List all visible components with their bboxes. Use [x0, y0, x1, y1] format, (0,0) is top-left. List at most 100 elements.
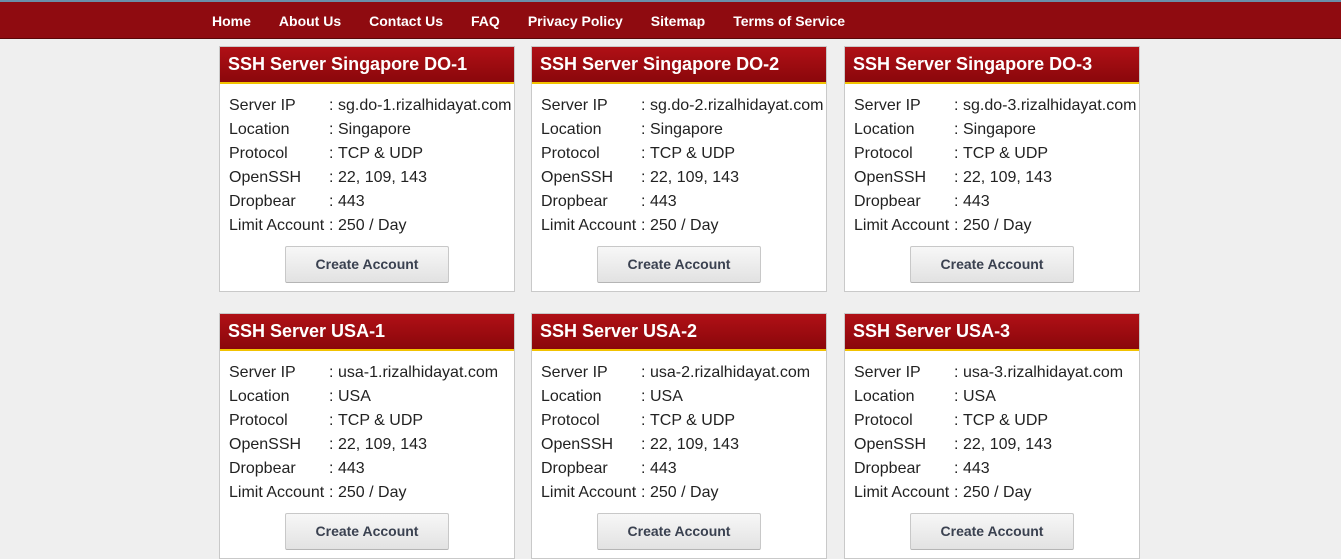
info-row-limit-account: Limit Account:250 / Day [541, 481, 826, 505]
info-separator: : [954, 412, 959, 429]
server-card-body: Server IP: usa-2.rizalhidayat.com Locatio… [532, 351, 826, 558]
info-value: 250 / Day [650, 484, 719, 501]
info-value: 443 [338, 193, 365, 210]
top-navbar: Home About Us Contact Us FAQ Privacy Pol… [0, 2, 1341, 39]
info-value: USA [338, 388, 371, 405]
info-label: Dropbear [541, 460, 608, 477]
info-separator: : [329, 217, 334, 234]
info-separator: : [641, 97, 646, 114]
info-label: Location [541, 121, 602, 138]
info-label: Protocol [229, 145, 288, 162]
info-row-dropbear: Dropbear:443 [541, 190, 826, 214]
info-value: 250 / Day [650, 217, 719, 234]
nav-terms-of-service[interactable]: Terms of Service [719, 2, 859, 38]
info-separator: : [954, 169, 959, 186]
info-label: Limit Account [854, 484, 950, 501]
create-account-button[interactable]: Create Account [597, 513, 761, 550]
info-row-openssh: OpenSSH:22, 109, 143 [229, 166, 514, 190]
info-label: Server IP [229, 364, 296, 381]
server-card-title: SSH Server USA-1 [220, 314, 514, 351]
nav-home[interactable]: Home [198, 2, 265, 38]
info-row-openssh: OpenSSH:22, 109, 143 [854, 433, 1139, 457]
server-card: SSH Server Singapore DO-1 Server IP: sg.d… [219, 46, 515, 292]
info-label: Location [854, 388, 915, 405]
info-separator: : [329, 364, 334, 381]
button-wrap: Create Account [532, 505, 826, 558]
info-row-limit-account: Limit Account:250 / Day [229, 214, 514, 238]
info-value: 250 / Day [338, 217, 407, 234]
info-value: TCP & UDP [650, 412, 736, 429]
create-account-button[interactable]: Create Account [910, 513, 1074, 550]
nav-menu: Home About Us Contact Us FAQ Privacy Pol… [198, 2, 859, 38]
server-card: SSH Server USA-3 Server IP: usa-3.rizalhi… [844, 313, 1140, 559]
info-label: OpenSSH [229, 169, 302, 186]
info-value: 443 [650, 193, 677, 210]
info-value: 22, 109, 143 [963, 169, 1052, 186]
info-separator: : [641, 412, 646, 429]
info-label: Server IP [229, 97, 296, 114]
create-account-button[interactable]: Create Account [597, 246, 761, 283]
info-label: OpenSSH [541, 436, 614, 453]
button-wrap: Create Account [220, 238, 514, 291]
info-value: TCP & UDP [338, 145, 424, 162]
create-account-button[interactable]: Create Account [285, 513, 449, 550]
info-row-protocol: Protocol: TCP & UDP [229, 142, 514, 166]
info-separator: : [329, 169, 334, 186]
server-card-body: Server IP: usa-3.rizalhidayat.com Locatio… [845, 351, 1139, 558]
nav-about-us[interactable]: About Us [265, 2, 355, 38]
info-value: usa-3.rizalhidayat.com [963, 364, 1124, 381]
info-label: Location [229, 121, 290, 138]
info-row-location: Location: Singapore [854, 118, 1139, 142]
info-separator: : [954, 97, 959, 114]
info-value: 22, 109, 143 [338, 436, 427, 453]
info-label: OpenSSH [541, 169, 614, 186]
info-row-limit-account: Limit Account:250 / Day [229, 481, 514, 505]
server-card: SSH Server USA-1 Server IP: usa-1.rizalhi… [219, 313, 515, 559]
nav-sitemap[interactable]: Sitemap [637, 2, 719, 38]
info-value: TCP & UDP [963, 412, 1049, 429]
nav-faq[interactable]: FAQ [457, 2, 514, 38]
info-label: Dropbear [541, 193, 608, 210]
info-label: Server IP [541, 97, 608, 114]
info-row-protocol: Protocol: TCP & UDP [229, 409, 514, 433]
server-card-title: SSH Server Singapore DO-2 [532, 47, 826, 84]
info-separator: : [641, 145, 646, 162]
info-value: usa-1.rizalhidayat.com [338, 364, 499, 381]
info-row-openssh: OpenSSH:22, 109, 143 [854, 166, 1139, 190]
create-account-button[interactable]: Create Account [285, 246, 449, 283]
info-value: 250 / Day [963, 217, 1032, 234]
info-separator: : [329, 436, 334, 453]
info-separator: : [329, 460, 334, 477]
info-value: 22, 109, 143 [650, 436, 739, 453]
server-card-body: Server IP: sg.do-2.rizalhidayat.com Locat… [532, 84, 826, 291]
info-row-server-ip: Server IP: usa-1.rizalhidayat.com [229, 361, 514, 385]
button-wrap: Create Account [220, 505, 514, 558]
nav-contact-us[interactable]: Contact Us [355, 2, 457, 38]
info-row-dropbear: Dropbear:443 [854, 457, 1139, 481]
info-row-openssh: OpenSSH:22, 109, 143 [541, 166, 826, 190]
info-separator: : [954, 484, 959, 501]
info-value: 443 [338, 460, 365, 477]
info-separator: : [954, 388, 959, 405]
info-label: Server IP [854, 364, 921, 381]
button-wrap: Create Account [532, 238, 826, 291]
info-separator: : [954, 217, 959, 234]
info-separator: : [954, 460, 959, 477]
info-separator: : [641, 169, 646, 186]
info-row-limit-account: Limit Account:250 / Day [854, 481, 1139, 505]
info-value: USA [963, 388, 996, 405]
server-card: SSH Server USA-2 Server IP: usa-2.rizalhi… [531, 313, 827, 559]
info-label: Limit Account [854, 217, 950, 234]
create-account-button[interactable]: Create Account [910, 246, 1074, 283]
info-row-location: Location: Singapore [541, 118, 826, 142]
info-separator: : [329, 388, 334, 405]
info-separator: : [641, 121, 646, 138]
info-row-openssh: OpenSSH:22, 109, 143 [541, 433, 826, 457]
info-label: Dropbear [229, 460, 296, 477]
server-card-body: Server IP: sg.do-1.rizalhidayat.com Locat… [220, 84, 514, 291]
info-value: 443 [963, 193, 990, 210]
nav-privacy-policy[interactable]: Privacy Policy [514, 2, 637, 38]
info-value: TCP & UDP [338, 412, 424, 429]
info-row-limit-account: Limit Account:250 / Day [541, 214, 826, 238]
info-row-server-ip: Server IP: sg.do-3.rizalhidayat.com [854, 94, 1139, 118]
